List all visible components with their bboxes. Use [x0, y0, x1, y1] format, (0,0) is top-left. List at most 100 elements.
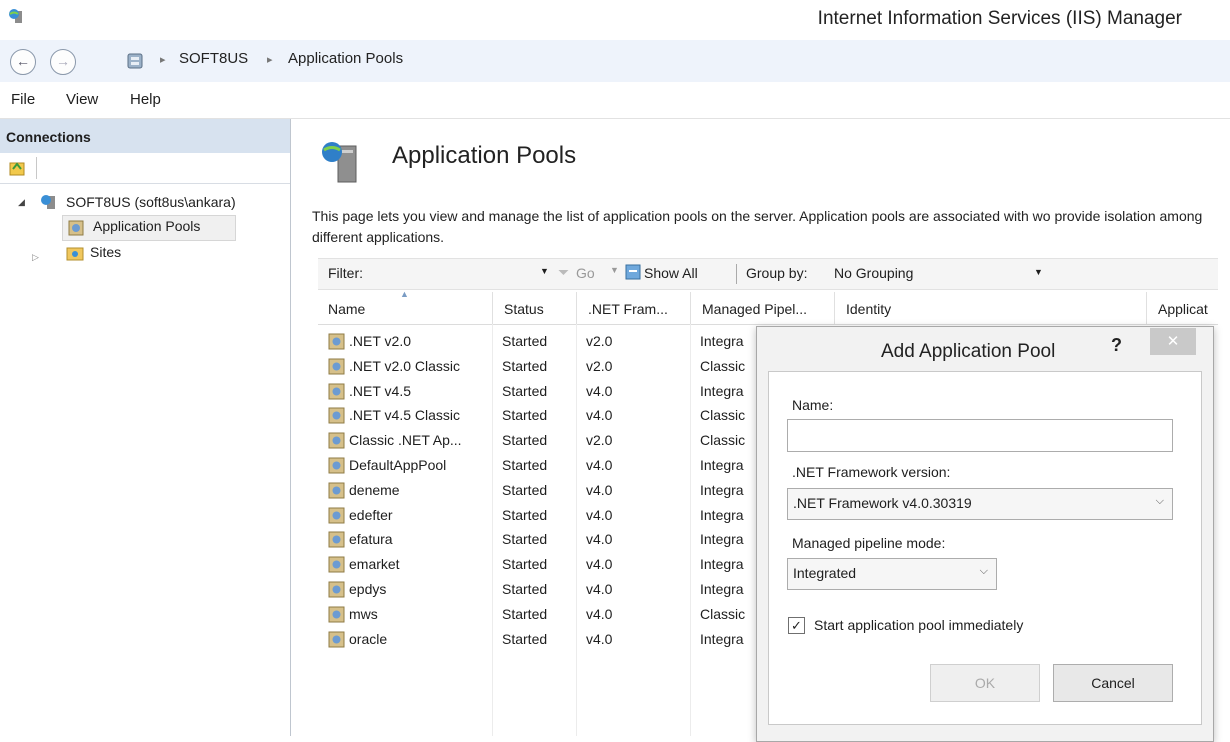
breadcrumb-app-pools[interactable]: Application Pools — [288, 50, 403, 67]
filter-input[interactable] — [378, 262, 546, 284]
connections-title: Connections — [6, 129, 91, 145]
cell-pipeline: Integra — [700, 630, 744, 647]
column-header-identity[interactable]: Identity — [846, 301, 891, 317]
cell-framework: v4.0 — [586, 605, 613, 622]
table-row[interactable]: edefter Started v4.0 Integra — [318, 504, 778, 528]
column-separator — [492, 292, 493, 324]
tree-item-sites[interactable]: Sites — [90, 244, 121, 260]
connections-header: Connections — [0, 119, 290, 153]
pipeline-select[interactable]: Integrated ⌵ — [787, 558, 997, 590]
back-button[interactable]: ← — [10, 49, 36, 75]
close-icon: ✕ — [1166, 333, 1180, 350]
tree-item-app-pools-row[interactable]: Application Pools — [62, 215, 236, 241]
table-row[interactable]: .NET v2.0 Started v2.0 Integra — [318, 330, 778, 354]
cancel-button[interactable]: Cancel — [1053, 664, 1173, 702]
table-row[interactable]: efatura Started v4.0 Integra — [318, 528, 778, 552]
cell-pipeline: Classic — [700, 407, 746, 424]
name-input[interactable] — [787, 419, 1173, 452]
connections-toolbar — [0, 153, 290, 184]
address-bar: ← → ▸ SOFT8US ▸ Application Pools — [0, 40, 1230, 83]
cell-name: Classic .NET Ap... — [349, 432, 462, 449]
table-row[interactable]: .NET v2.0 Classic Started v2.0 Classic — [318, 355, 778, 379]
tree-item-server[interactable]: SOFT8US (soft8us\ankara) — [66, 194, 236, 210]
cell-pipeline: Integra — [700, 531, 744, 548]
go-button[interactable]: Go — [576, 265, 595, 281]
menu-file[interactable]: File — [11, 91, 35, 108]
page-title: Application Pools — [392, 142, 577, 169]
start-immediately-checkbox[interactable]: ✓ — [788, 617, 805, 634]
connections-panel: Connections ◢ SOFT8US (soft8us\ankara) A… — [0, 119, 291, 736]
grid-header: ▲ Name Status .NET Fram... Managed Pipel… — [318, 289, 1218, 325]
menu-bar: File View Help — [0, 82, 1230, 119]
server-node-icon — [41, 195, 55, 209]
table-row[interactable]: mws Started v4.0 Classic — [318, 603, 778, 627]
app-pool-icon — [328, 383, 345, 400]
column-header-status[interactable]: Status — [504, 301, 544, 317]
column-header-framework[interactable]: .NET Fram... — [588, 301, 668, 317]
column-separator — [1146, 292, 1147, 324]
table-row[interactable]: .NET v4.5 Started v4.0 Integra — [318, 380, 778, 404]
column-header-applications[interactable]: Applicat — [1158, 301, 1208, 317]
app-pool-icon — [328, 358, 345, 375]
cell-name: efatura — [349, 531, 393, 548]
close-button[interactable]: ✕ — [1150, 328, 1196, 355]
sort-ascending-icon: ▲ — [400, 289, 409, 299]
dialog-body: Name: .NET Framework version: .NET Frame… — [768, 371, 1202, 725]
app-pool-icon — [328, 631, 345, 648]
expand-icon[interactable]: ▷ — [32, 252, 39, 263]
cell-pipeline: Integra — [700, 382, 744, 399]
app-pool-icon — [328, 606, 345, 623]
table-row[interactable]: Classic .NET Ap... Started v2.0 Classic — [318, 429, 778, 453]
group-by-dropdown-icon[interactable]: ▼ — [1034, 267, 1043, 277]
app-pool-icon — [328, 333, 345, 350]
group-by-select[interactable]: No Grouping — [834, 265, 913, 281]
app-pools-icon — [68, 220, 84, 236]
cell-pipeline: Integra — [700, 581, 744, 597]
funnel-icon: ⏷ — [558, 264, 570, 280]
table-row[interactable]: .NET v4.5 Classic Started v4.0 Classic — [318, 404, 778, 428]
name-label: Name: — [792, 397, 834, 413]
cell-status: Started — [502, 605, 548, 622]
expand-collapse-icon[interactable]: ◢ — [18, 197, 25, 208]
cell-pipeline: Classic — [700, 605, 746, 622]
table-row[interactable]: epdys Started v4.0 Integra — [318, 578, 778, 602]
table-row[interactable]: DefaultAppPool Started v4.0 Integra — [318, 454, 778, 478]
table-row[interactable]: deneme Started v4.0 Integra — [318, 479, 778, 503]
cell-framework: v4.0 — [586, 506, 613, 523]
app-pool-icon — [328, 507, 345, 524]
filter-bar: Filter: ▼ ⏷ Go ▼ Show All Group by: No G… — [318, 258, 1218, 290]
column-header-pipeline[interactable]: Managed Pipel... — [702, 301, 807, 317]
show-all-button[interactable]: Show All — [644, 265, 698, 281]
cell-status: Started — [502, 506, 548, 523]
cell-status: Started — [502, 432, 548, 449]
connect-icon[interactable] — [8, 159, 26, 177]
cell-name: .NET v4.5 — [349, 382, 411, 399]
cell-name: .NET v2.0 Classic — [349, 357, 460, 374]
framework-select[interactable]: .NET Framework v4.0.30319 ⌵ — [787, 488, 1173, 520]
menu-help[interactable]: Help — [130, 91, 161, 108]
table-row[interactable]: oracle Started v4.0 Integra — [318, 628, 778, 652]
table-row[interactable]: emarket Started v4.0 Integra — [318, 553, 778, 577]
pipeline-select-value: Integrated — [793, 565, 857, 581]
breadcrumb-separator-icon: ▸ — [267, 54, 273, 66]
filter-dropdown-icon[interactable]: ▼ — [540, 266, 549, 276]
cell-pipeline: Integra — [700, 457, 744, 473]
go-dropdown-icon[interactable]: ▼ — [610, 265, 619, 275]
cell-name: deneme — [349, 481, 400, 498]
cell-name: epdys — [349, 581, 387, 597]
cell-framework: v4.0 — [586, 556, 613, 573]
filter-label: Filter: — [328, 265, 363, 281]
breadcrumb-server[interactable]: SOFT8US — [179, 50, 248, 67]
help-button[interactable]: ? — [1111, 335, 1122, 356]
column-separator — [576, 292, 577, 324]
menu-view[interactable]: View — [66, 91, 98, 108]
cell-status: Started — [502, 357, 548, 374]
framework-select-value: .NET Framework v4.0.30319 — [793, 495, 972, 511]
page-description: This page lets you view and manage the l… — [312, 208, 1203, 245]
ok-button[interactable]: OK — [930, 664, 1040, 702]
cell-name: mws — [349, 605, 378, 622]
forward-button[interactable]: → — [50, 49, 76, 75]
show-all-icon — [625, 264, 641, 280]
column-header-name[interactable]: Name — [328, 301, 365, 317]
cell-framework: v2.0 — [586, 432, 613, 449]
